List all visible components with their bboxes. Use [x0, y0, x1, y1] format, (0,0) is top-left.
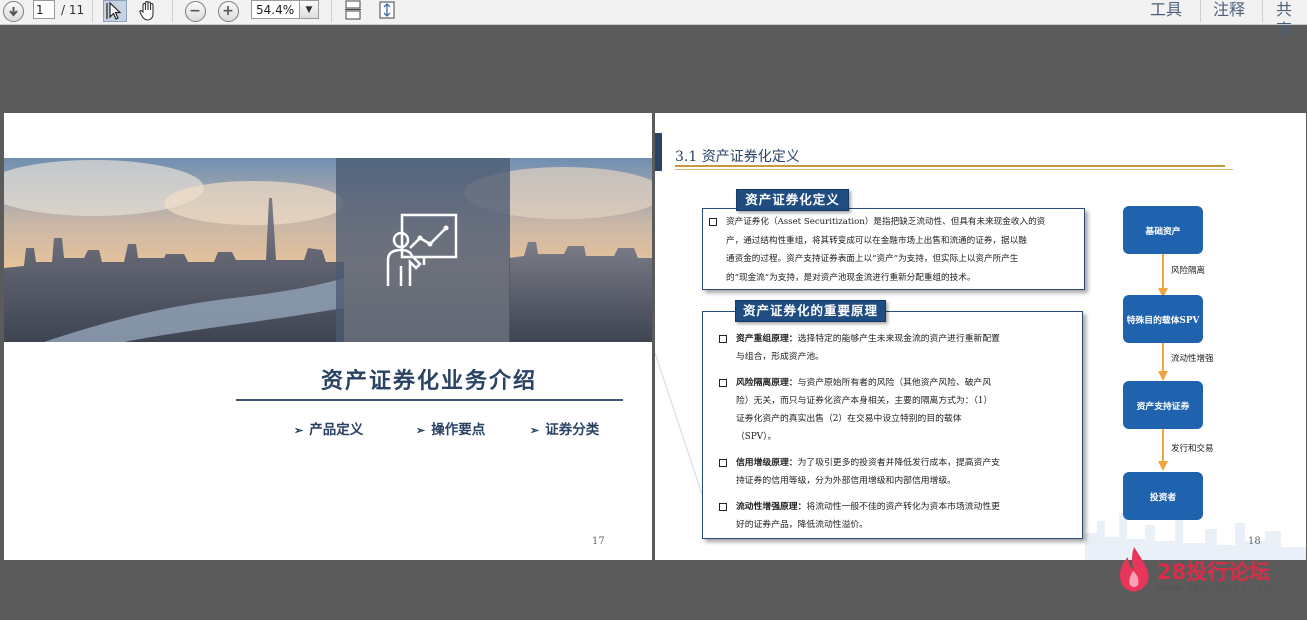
city-skyline-banner: [4, 158, 652, 342]
minus-icon: −: [184, 0, 206, 22]
fit-page-button[interactable]: [377, 0, 397, 22]
flow-label-issuance: 发行和交易: [1171, 444, 1214, 454]
nav-item-definition: ➢ 产品定义: [294, 422, 364, 438]
chevron-down-icon: ▼: [305, 4, 313, 15]
zoom-level-input[interactable]: 54.4%: [251, 0, 303, 19]
plus-icon: +: [217, 0, 239, 22]
square-bullet-icon: [719, 379, 727, 387]
slide-title: 资产证券化业务介绍: [320, 368, 537, 394]
share-button[interactable]: 共享: [1276, 0, 1307, 40]
toolbar-separator: [1262, 0, 1263, 22]
flow-label-risk-isolation: 风险隔离: [1171, 266, 1206, 276]
tools-button[interactable]: 工具: [1150, 0, 1182, 20]
flow-box-abs: 资产支持证券: [1123, 381, 1203, 429]
fit-page-icon: [379, 1, 395, 19]
scrolling-pages-icon: [345, 0, 361, 20]
comment-button[interactable]: 注释: [1213, 0, 1245, 20]
toolbar-separator: [92, 0, 93, 22]
arrow-down-icon: [2, 0, 24, 22]
toolbar-separator: [331, 0, 332, 22]
square-bullet-icon: [719, 503, 727, 511]
page-total-label: / 11: [61, 3, 85, 17]
toolbar-separator: [1200, 0, 1201, 22]
next-page-button[interactable]: [2, 0, 24, 22]
zoom-dropdown-button[interactable]: ▼: [299, 0, 319, 19]
page-number-input[interactable]: 1: [33, 0, 55, 19]
arrow-right-icon: ➢: [416, 424, 426, 437]
square-bullet-icon: [719, 335, 727, 343]
pdf-page-18: 3.1 资产证券化定义 资产证券化（Asset Securitization）是…: [655, 113, 1306, 560]
arrow-down-icon: [1158, 429, 1168, 471]
select-tool-button[interactable]: [103, 0, 127, 22]
square-bullet-icon: [709, 218, 717, 226]
principle-item: 流动性增强原理：将流动性一般不佳的资产转化为资本市场流动性更 好的证券产品，降低流…: [719, 498, 1069, 534]
arrow-right-icon: ➢: [530, 424, 540, 437]
nav-item-classification: ➢ 证券分类: [530, 422, 600, 438]
principle-item: 风险隔离原理：与资产原始所有者的风险（其他资产风险、破产风 险）无关，而只与证券化…: [719, 374, 1069, 446]
definition-heading: 资产证券化定义: [736, 189, 849, 211]
principle-item: 资产重组原理：选择特定的能够产生未来现金流的资产进行重新配置 与组合，形成资产池。: [719, 330, 1069, 366]
nav-item-operations: ➢ 操作要点: [416, 422, 486, 438]
watermark-url: www.28touhang.com: [1157, 583, 1275, 594]
arrow-down-icon: [1158, 254, 1168, 298]
pdf-toolbar: 1 / 11 − + 54.4% ▼ 工具 注释 共享: [0, 0, 1307, 39]
pdf-page-17: 资产证券化业务介绍 ➢ 产品定义 ➢ 操作要点 ➢ 证券分类 17: [4, 113, 652, 560]
flow-box-spv: 特殊目的载体SPV: [1123, 295, 1203, 343]
zoom-in-button[interactable]: +: [217, 0, 239, 22]
title-underline: [236, 399, 623, 401]
flow-label-liquidity: 流动性增强: [1171, 354, 1214, 364]
definition-box: 资产证券化（Asset Securitization）是指把缺乏流动性、但具有未…: [702, 208, 1085, 290]
definition-text: 资产证券化（Asset Securitization）是指把缺乏流动性、但具有未…: [709, 213, 1079, 287]
section-rule: [675, 169, 1233, 170]
flow-box-investors: 投资者: [1123, 472, 1203, 520]
presentation-chart-icon: [386, 213, 458, 286]
page-number: 17: [592, 536, 605, 547]
flame-logo-icon: [1120, 547, 1149, 592]
section-rule: [675, 165, 1225, 167]
section-accent-bar: [655, 133, 662, 171]
principles-box: 资产重组原理：选择特定的能够产生未来现金流的资产进行重新配置 与组合，形成资产池。…: [702, 311, 1083, 539]
principles-heading: 资产证券化的重要原理: [735, 300, 886, 322]
square-bullet-icon: [719, 459, 727, 467]
principle-item: 信用增级原理：为了吸引更多的投资者并降低发行成本，提高资产支 持证券的信用等级，分…: [719, 454, 1069, 490]
scroll-mode-button[interactable]: [343, 0, 363, 22]
watermark-brand: 28投行论坛: [1157, 560, 1271, 584]
section-title: 3.1 资产证券化定义: [675, 149, 800, 165]
page-number: 18: [1248, 536, 1261, 547]
cursor-icon: [106, 1, 122, 20]
hand-tool-button[interactable]: [136, 0, 160, 22]
zoom-out-button[interactable]: −: [184, 0, 206, 22]
flow-box-underlying-assets: 基础资产: [1123, 206, 1203, 254]
hand-icon: [139, 0, 154, 21]
arrow-right-icon: ➢: [294, 424, 304, 437]
toolbar-separator: [172, 0, 173, 22]
arrow-down-icon: [1158, 343, 1168, 381]
